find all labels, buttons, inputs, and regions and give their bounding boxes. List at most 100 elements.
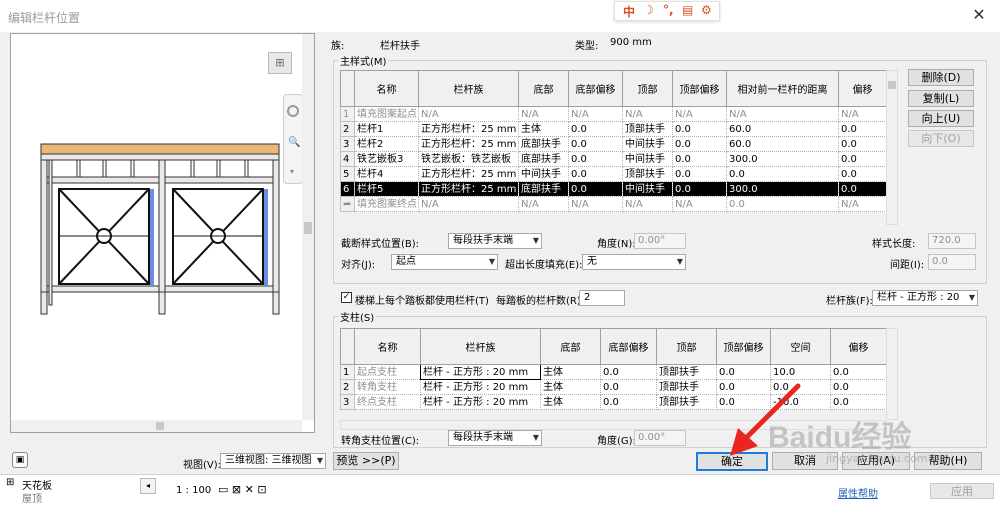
preview-vscrollbar[interactable] xyxy=(302,34,314,420)
ime-chinese-icon[interactable]: 中 xyxy=(623,3,635,20)
table-cell[interactable]: 中间扶手 xyxy=(622,136,673,152)
table-cell[interactable]: 10.0 xyxy=(770,364,831,380)
table-cell[interactable]: 0.0 xyxy=(726,166,839,182)
balusters-per-tread-input[interactable]: 2 xyxy=(579,290,625,306)
posts-vscrollbar[interactable] xyxy=(886,328,898,420)
table-cell[interactable]: 栏杆2 xyxy=(354,136,419,152)
table-cell[interactable]: 0.0 xyxy=(600,379,657,395)
tree-expand-icon[interactable]: ⊞ xyxy=(6,477,14,488)
table-cell[interactable]: 0.0 xyxy=(600,394,657,410)
table-cell[interactable]: 正方形栏杆：25 mm xyxy=(418,166,519,182)
table-cell[interactable]: 正方形栏杆：25 mm xyxy=(418,181,519,197)
table-cell[interactable]: 0.0 xyxy=(672,166,727,182)
table-cell[interactable]: 顶部扶手 xyxy=(622,166,673,182)
table-cell[interactable]: 栏杆 - 正方形 : 20 mm xyxy=(420,364,541,380)
table-cell[interactable]: 0.0 xyxy=(672,181,727,197)
status-apply-button[interactable]: 应用 xyxy=(930,483,994,499)
scale-readout[interactable]: 1 : 100 xyxy=(176,485,211,496)
table-cell[interactable]: 中间扶手 xyxy=(518,166,569,182)
close-icon[interactable]: ✕ xyxy=(968,4,990,26)
excess-fill-select[interactable]: 无 ▼ xyxy=(582,254,686,270)
table-cell[interactable]: 顶部扶手 xyxy=(656,364,717,380)
ime-moon-icon[interactable]: ☽ xyxy=(643,3,654,17)
table-cell[interactable]: 栏杆 - 正方形 : 20 mm xyxy=(420,394,541,410)
table-cell[interactable]: 0.0 xyxy=(838,121,887,137)
chevron-down-icon[interactable]: ▾ xyxy=(290,167,294,176)
table-cell[interactable]: 主体 xyxy=(518,121,569,137)
table-cell[interactable]: 主体 xyxy=(540,379,601,395)
angle-field[interactable]: 0.00° xyxy=(634,233,686,249)
table-row[interactable]: 1 起点支柱 栏杆 - 正方形 : 20 mm 主体 0.0 顶部扶手 0.0 … xyxy=(340,364,887,380)
table-cell[interactable]: 顶部扶手 xyxy=(622,121,673,137)
table-cell[interactable]: 栏杆 - 正方形 : 20 mm xyxy=(420,379,541,395)
table-cell[interactable]: 0.0 xyxy=(568,151,623,167)
move-up-button[interactable]: 向上(U) xyxy=(908,110,974,127)
table-cell[interactable]: 顶部扶手 xyxy=(656,394,717,410)
table-cell[interactable]: 0.0 xyxy=(830,379,887,395)
table-cell[interactable]: 正方形栏杆：25 mm xyxy=(418,121,519,137)
steering-wheel-icon[interactable] xyxy=(287,105,299,117)
table-cell[interactable]: 铁艺嵌板3 xyxy=(354,151,419,167)
table-cell[interactable]: 0.0 xyxy=(830,394,887,410)
table-cell[interactable]: 主体 xyxy=(540,394,601,410)
pattern-length-field[interactable]: 720.0 xyxy=(928,233,976,249)
table-cell[interactable]: 正方形栏杆：25 mm xyxy=(418,136,519,152)
viewcube-home-icon[interactable]: ▣ xyxy=(12,452,28,468)
table-row[interactable]: 3 栏杆2 正方形栏杆：25 mm 底部扶手 0.0 中间扶手 0.0 60.0… xyxy=(340,136,887,152)
table-cell[interactable]: 0.0 xyxy=(838,151,887,167)
table-cell[interactable]: 300.0 xyxy=(726,151,839,167)
preview-hscrollbar[interactable] xyxy=(11,420,302,432)
zoom-icon[interactable]: 🔍 xyxy=(288,137,300,148)
table-cell[interactable]: 顶部扶手 xyxy=(656,379,717,395)
main-pattern-table[interactable]: 名称 栏杆族 底部 底部偏移 顶部 顶部偏移 相对前一栏杆的距离 偏移 1 填充… xyxy=(340,70,887,212)
table-cell[interactable]: 底部扶手 xyxy=(518,151,569,167)
table-cell[interactable]: 中间扶手 xyxy=(622,151,673,167)
copy-button[interactable]: 复制(L) xyxy=(908,90,974,107)
table-cell[interactable]: 0.0 xyxy=(838,181,887,197)
break-position-select[interactable]: 每段扶手末端 ▼ xyxy=(448,233,542,249)
view-select[interactable]: 三维视图: 三维视图 ▼ xyxy=(220,453,326,469)
ime-settings-icon[interactable]: ⚙ xyxy=(701,3,712,17)
railing-preview[interactable]: ⊞ 🔍 ▾ xyxy=(10,33,315,433)
properties-help-link[interactable]: 属性帮助 xyxy=(838,485,878,500)
table-cell[interactable]: 底部扶手 xyxy=(518,136,569,152)
tread-family-select[interactable]: 栏杆 - 正方形 : 20 ▼ xyxy=(872,290,978,306)
table-cell[interactable]: 中间扶手 xyxy=(622,181,673,197)
table-row[interactable]: 5 栏杆4 正方形栏杆：25 mm 中间扶手 0.0 顶部扶手 0.0 0.0 … xyxy=(340,166,887,182)
justify-select[interactable]: 起点 ▼ xyxy=(391,254,498,270)
corner-angle-field[interactable]: 0.00° xyxy=(634,430,686,446)
table-cell[interactable]: 铁艺嵌板：铁艺嵌板 xyxy=(418,151,519,167)
ime-keyboard-icon[interactable]: ▤ xyxy=(682,3,693,17)
ime-toolbar[interactable]: 中 ☽ °, ▤ ⚙ xyxy=(614,1,720,21)
table-cell[interactable]: 主体 xyxy=(540,364,601,380)
table-cell[interactable]: 0.0 xyxy=(600,364,657,380)
ime-punct-icon[interactable]: °, xyxy=(663,3,674,17)
move-down-button[interactable]: 向下(O) xyxy=(908,130,974,147)
table-cell[interactable]: 0.0 xyxy=(568,121,623,137)
table-cell[interactable]: 栏杆4 xyxy=(354,166,419,182)
table-row-selected[interactable]: 6 栏杆5 正方形栏杆：25 mm 底部扶手 0.0 中间扶手 0.0 300.… xyxy=(340,181,887,197)
spacing-field[interactable]: 0.0 xyxy=(928,254,976,270)
tree-item-roof[interactable]: 屋顶 xyxy=(22,490,42,505)
table-cell[interactable]: 0.0 xyxy=(568,166,623,182)
delete-button[interactable]: 删除(D) xyxy=(908,69,974,86)
table-cell[interactable]: 300.0 xyxy=(726,181,839,197)
main-pattern-vscrollbar[interactable] xyxy=(886,70,898,225)
table-cell[interactable]: 0.0 xyxy=(716,364,771,380)
corner-post-select[interactable]: 每段扶手末端 ▼ xyxy=(448,430,542,446)
table-cell[interactable]: 底部扶手 xyxy=(518,181,569,197)
viewcube-icon[interactable]: ⊞ xyxy=(268,52,292,74)
table-cell[interactable]: 栏杆1 xyxy=(354,121,419,137)
table-cell[interactable]: 0.0 xyxy=(838,166,887,182)
view-control-icons[interactable]: ▭ ⊠ ✕ ⊡ xyxy=(218,483,267,496)
table-row[interactable]: 1 填充图案起点 N/A N/A N/A N/A N/A N/A N/A xyxy=(340,106,887,122)
table-cell[interactable]: 0.0 xyxy=(672,121,727,137)
table-cell[interactable]: 栏杆5 xyxy=(354,181,419,197)
table-cell[interactable]: 0.0 xyxy=(672,136,727,152)
tread-checkbox[interactable]: ✓ xyxy=(341,292,352,303)
table-row[interactable]: 2 栏杆1 正方形栏杆：25 mm 主体 0.0 顶部扶手 0.0 60.0 0… xyxy=(340,121,887,137)
table-cell[interactable]: 0.0 xyxy=(726,196,839,212)
table-cell[interactable]: 0.0 xyxy=(672,151,727,167)
table-cell[interactable]: 60.0 xyxy=(726,121,839,137)
tree-scroll-icon[interactable]: ◂ xyxy=(140,478,156,494)
